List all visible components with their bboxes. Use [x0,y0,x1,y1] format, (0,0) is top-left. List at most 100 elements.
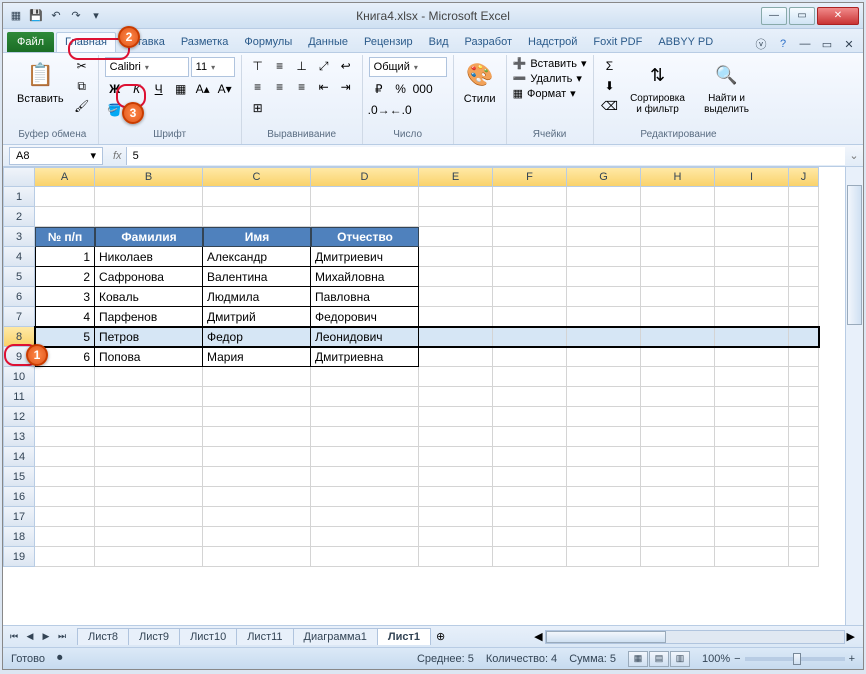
cell-A3[interactable]: № п/п [35,227,95,247]
cell-B4[interactable]: Николаев [95,247,203,267]
cell-H7[interactable] [641,307,715,327]
cell-D1[interactable] [311,187,419,207]
cell-G3[interactable] [567,227,641,247]
cell-F7[interactable] [493,307,567,327]
cell-J5[interactable] [789,267,819,287]
formula-expand-icon[interactable]: ⌄ [845,149,863,162]
cell-H8[interactable] [641,327,715,347]
cell-D11[interactable] [311,387,419,407]
cell-J18[interactable] [789,527,819,547]
view-layout-icon[interactable]: ▤ [649,651,669,667]
row-header-18[interactable]: 18 [3,527,35,547]
cell-H6[interactable] [641,287,715,307]
cell-D12[interactable] [311,407,419,427]
row-header-5[interactable]: 5 [3,267,35,287]
insert-cells-icon[interactable]: ➕ [513,57,527,70]
cell-C19[interactable] [203,547,311,567]
cell-E13[interactable] [419,427,493,447]
cell-C6[interactable]: Людмила [203,287,311,307]
cell-C11[interactable] [203,387,311,407]
cell-H12[interactable] [641,407,715,427]
cell-J16[interactable] [789,487,819,507]
cell-D5[interactable]: Михайловна [311,267,419,287]
cell-E2[interactable] [419,207,493,227]
cell-J19[interactable] [789,547,819,567]
sheet-tab-Диаграмма1[interactable]: Диаграмма1 [293,628,378,645]
cell-C10[interactable] [203,367,311,387]
cell-G5[interactable] [567,267,641,287]
macro-record-icon[interactable]: ⏺ [57,652,63,665]
cell-B1[interactable] [95,187,203,207]
indent-inc-icon[interactable]: ⇥ [336,78,356,96]
cell-I5[interactable] [715,267,789,287]
cell-G6[interactable] [567,287,641,307]
cell-G17[interactable] [567,507,641,527]
cell-A16[interactable] [35,487,95,507]
sort-filter-button[interactable]: ⇅ Сортировка и фильтр [624,57,692,117]
redo-icon[interactable]: ↷ [67,7,85,25]
tab-abbyy[interactable]: ABBYY PD [650,33,721,52]
paste-button[interactable]: 📋 Вставить [13,57,68,107]
cell-F19[interactable] [493,547,567,567]
cell-C9[interactable]: Мария [203,347,311,367]
sheet-tab-Лист9[interactable]: Лист9 [128,628,180,645]
cell-B10[interactable] [95,367,203,387]
vertical-scrollbar[interactable] [845,167,863,625]
cell-B12[interactable] [95,407,203,427]
cell-A2[interactable] [35,207,95,227]
cell-F13[interactable] [493,427,567,447]
sheet-nav-next-icon[interactable]: ▶ [39,630,53,644]
cell-H11[interactable] [641,387,715,407]
indent-dec-icon[interactable]: ⇤ [314,78,334,96]
cell-I6[interactable] [715,287,789,307]
cell-F2[interactable] [493,207,567,227]
cell-A6[interactable]: 3 [35,287,95,307]
cell-B9[interactable]: Попова [95,347,203,367]
cell-G18[interactable] [567,527,641,547]
view-normal-icon[interactable]: ▦ [628,651,648,667]
clear-icon[interactable]: ⌫ [600,97,620,115]
cell-C15[interactable] [203,467,311,487]
cell-B3[interactable]: Фамилия [95,227,203,247]
sheet-nav-first-icon[interactable]: ⏮ [7,630,21,644]
cell-D8[interactable]: Леонидович [311,327,419,347]
row-header-16[interactable]: 16 [3,487,35,507]
cell-F11[interactable] [493,387,567,407]
cell-H10[interactable] [641,367,715,387]
cell-C18[interactable] [203,527,311,547]
window-close-icon[interactable]: ✕ [841,36,857,52]
cell-I11[interactable] [715,387,789,407]
zoom-thumb[interactable] [793,653,801,665]
bold-icon[interactable]: Ж [105,80,125,98]
hscroll-right-icon[interactable]: ▶ [847,630,855,643]
cell-H14[interactable] [641,447,715,467]
cell-D17[interactable] [311,507,419,527]
view-pagebreak-icon[interactable]: ▥ [670,651,690,667]
cell-J7[interactable] [789,307,819,327]
cell-G11[interactable] [567,387,641,407]
cell-B5[interactable]: Сафронова [95,267,203,287]
cell-E4[interactable] [419,247,493,267]
cell-I4[interactable] [715,247,789,267]
cell-G1[interactable] [567,187,641,207]
cell-D10[interactable] [311,367,419,387]
row-header-10[interactable]: 10 [3,367,35,387]
cell-B17[interactable] [95,507,203,527]
cell-J8[interactable] [789,327,819,347]
decimal-inc-icon[interactable]: .0→ [369,101,389,119]
cell-J13[interactable] [789,427,819,447]
tab-home[interactable]: Главная [56,32,116,52]
cell-F15[interactable] [493,467,567,487]
select-all-corner[interactable] [3,167,35,187]
zoom-slider[interactable] [745,657,845,661]
cell-A13[interactable] [35,427,95,447]
format-cells-button[interactable]: Формат [527,88,566,100]
orientation-icon[interactable]: ⤢ [314,57,334,75]
font-size-dropdown[interactable]: 11▾ [191,57,235,77]
align-bottom-icon[interactable]: ⊥ [292,57,312,75]
cell-J17[interactable] [789,507,819,527]
cell-J15[interactable] [789,467,819,487]
cell-C8[interactable]: Федор [203,327,311,347]
tab-view[interactable]: Вид [421,33,457,52]
close-button[interactable]: ✕ [817,7,859,25]
